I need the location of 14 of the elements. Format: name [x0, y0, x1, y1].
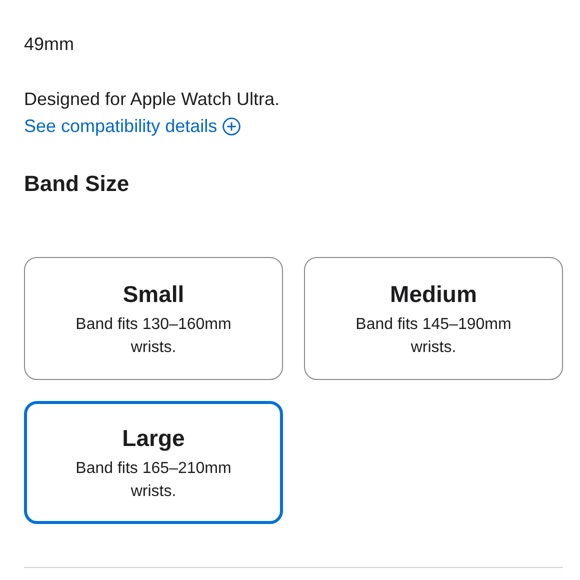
compatibility-note: Designed for Apple Watch Ultra.	[24, 88, 280, 111]
option-description: Band fits 145–190mm wrists.	[354, 314, 512, 358]
option-label: Large	[122, 424, 185, 452]
size-option[interactable]: Large Band fits 165–210mm wrists.	[24, 401, 283, 524]
section-title: Band Size	[24, 170, 130, 198]
size-option[interactable]: Small Band fits 130–160mm wrists.	[24, 257, 283, 380]
plus-circle-icon	[222, 117, 242, 136]
size-option[interactable]: Medium Band fits 145–190mm wrists.	[304, 257, 563, 380]
option-description: Band fits 165–210mm wrists.	[74, 458, 232, 502]
compatibility-link[interactable]: See compatibility details	[24, 113, 242, 140]
case-size: 49mm	[24, 33, 76, 56]
option-label: Small	[122, 280, 184, 308]
option-label: Medium	[390, 280, 477, 308]
option-description: Band fits 130–160mm wrists.	[74, 314, 232, 358]
